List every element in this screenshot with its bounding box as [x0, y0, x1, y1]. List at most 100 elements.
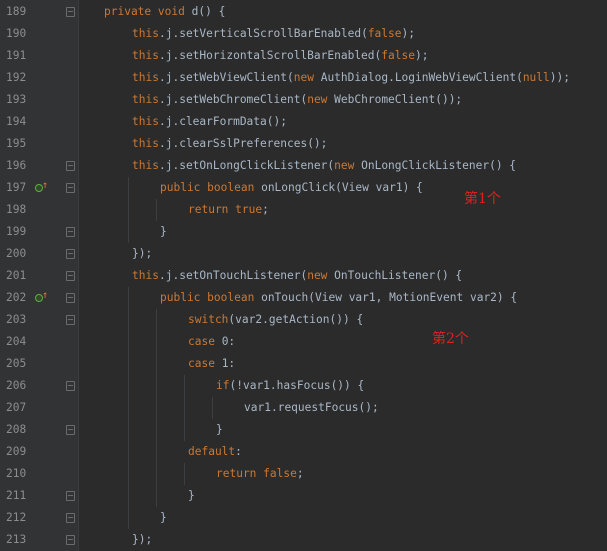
line-number: 209 — [6, 445, 27, 458]
fold-toggle-icon[interactable] — [66, 535, 75, 545]
line-number: 205 — [6, 357, 27, 370]
code-line[interactable]: 202 ↑ public boolean onTouch(View var1, Mo… — [0, 287, 607, 309]
line-number: 195 — [6, 137, 27, 150]
code-text: case 0: — [188, 335, 236, 348]
code-text: private void d() { — [104, 5, 226, 18]
line-number: 211 — [6, 489, 27, 502]
code-text: this.j.setOnTouchListener(new OnTouchLis… — [132, 269, 463, 282]
code-line[interactable]: 200}); — [0, 243, 607, 265]
annotation-first: 第1个 — [464, 191, 501, 207]
fold-toggle-icon[interactable] — [66, 183, 75, 193]
code-text: }); — [132, 247, 153, 260]
indent-guide — [128, 287, 129, 309]
fold-toggle-icon[interactable] — [66, 161, 75, 171]
line-number: 190 — [6, 27, 27, 40]
code-text: switch(var2.getAction()) { — [188, 313, 364, 326]
code-line[interactable]: 205 case 1: — [0, 353, 607, 375]
line-number: 192 — [6, 71, 27, 84]
override-marker-icon[interactable]: ↑ — [34, 290, 50, 303]
fold-toggle-icon[interactable] — [66, 227, 75, 237]
indent-guide — [128, 331, 129, 353]
code-line[interactable]: 191 this.j.setHorizontalScrollBarEnabled(… — [0, 45, 607, 67]
code-text: public boolean onLongClick(View var1) { — [160, 181, 423, 194]
code-text: if(!var1.hasFocus()) { — [216, 379, 365, 392]
fold-toggle-icon[interactable] — [66, 249, 75, 259]
fold-toggle-icon[interactable] — [66, 315, 75, 325]
code-text: this.j.setWebViewClient(new AuthDialog.L… — [132, 71, 570, 84]
override-marker-icon[interactable]: ↑ — [34, 180, 50, 193]
code-line[interactable]: 197 ↑ public boolean onLongClick(View var1… — [0, 177, 607, 199]
indent-guide — [156, 485, 157, 507]
indent-guide — [156, 353, 157, 375]
indent-guide — [156, 309, 157, 331]
code-text: case 1: — [188, 357, 236, 370]
line-number: 193 — [6, 93, 27, 106]
indent-guide — [128, 463, 129, 485]
code-line[interactable]: 189 private void d() { — [0, 1, 607, 23]
indent-guide — [156, 375, 157, 397]
indent-guide — [156, 419, 157, 441]
code-text: } — [216, 423, 223, 436]
code-text: }); — [132, 533, 153, 546]
code-line[interactable]: 198 return true; — [0, 199, 607, 221]
indent-guide — [128, 309, 129, 331]
fold-toggle-icon[interactable] — [66, 491, 75, 501]
code-text: } — [160, 511, 167, 524]
line-number: 203 — [6, 313, 27, 326]
line-number: 191 — [6, 49, 27, 62]
code-line[interactable]: 212} — [0, 507, 607, 529]
indent-guide — [184, 397, 185, 419]
line-number: 213 — [6, 533, 27, 546]
line-number: 210 — [6, 467, 27, 480]
fold-toggle-icon[interactable] — [66, 425, 75, 435]
code-line[interactable]: 193 this.j.setWebChromeClient(new WebChro… — [0, 89, 607, 111]
code-text: } — [188, 489, 195, 502]
code-text: return false; — [216, 467, 304, 480]
line-number: 212 — [6, 511, 27, 524]
code-text: this.j.setOnLongClickListener(new OnLong… — [132, 159, 517, 172]
code-text: default: — [188, 445, 242, 458]
code-text: this.j.setVerticalScrollBarEnabled(false… — [132, 27, 415, 40]
indent-guide — [128, 177, 129, 199]
code-line[interactable]: 190 this.j.setVerticalScrollBarEnabled(fa… — [0, 23, 607, 45]
code-line[interactable]: 192 this.j.setWebViewClient(new AuthDialo… — [0, 67, 607, 89]
fold-toggle-icon[interactable] — [66, 271, 75, 281]
code-line[interactable]: 194 this.j.clearFormData(); — [0, 111, 607, 133]
fold-toggle-icon[interactable] — [66, 513, 75, 523]
code-line[interactable]: 211} — [0, 485, 607, 507]
indent-guide — [128, 419, 129, 441]
code-text: } — [160, 225, 167, 238]
code-line[interactable]: 210 return false; — [0, 463, 607, 485]
code-line[interactable]: 201 this.j.setOnTouchListener(new OnTouch… — [0, 265, 607, 287]
code-line[interactable]: 207 var1.requestFocus(); — [0, 397, 607, 419]
fold-toggle-icon[interactable] — [66, 381, 75, 391]
code-line[interactable]: 195 this.j.clearSslPreferences(); — [0, 133, 607, 155]
code-line[interactable]: 199} — [0, 221, 607, 243]
fold-toggle-icon[interactable] — [66, 293, 75, 303]
line-number: 202 — [6, 291, 27, 304]
line-number: 206 — [6, 379, 27, 392]
code-line[interactable]: 208} — [0, 419, 607, 441]
code-line[interactable]: 204 case 0: — [0, 331, 607, 353]
code-text: this.j.clearSslPreferences(); — [132, 137, 328, 150]
code-line[interactable]: 203 switch(var2.getAction()) { — [0, 309, 607, 331]
line-number: 200 — [6, 247, 27, 260]
code-line[interactable]: 196 this.j.setOnLongClickListener(new OnL… — [0, 155, 607, 177]
code-text: this.j.clearFormData(); — [132, 115, 287, 128]
fold-toggle-icon[interactable] — [66, 7, 75, 17]
line-number: 199 — [6, 225, 27, 238]
code-text: var1.requestFocus(); — [244, 401, 379, 414]
code-text: this.j.setWebChromeClient(new WebChromeC… — [132, 93, 463, 106]
code-line[interactable]: 209 default: — [0, 441, 607, 463]
indent-guide — [156, 199, 157, 221]
indent-guide — [128, 507, 129, 529]
code-text: return true; — [188, 203, 269, 216]
annotation-second: 第2个 — [432, 331, 469, 347]
line-number: 207 — [6, 401, 27, 414]
line-number: 204 — [6, 335, 27, 348]
code-line[interactable]: 206 if(!var1.hasFocus()) { — [0, 375, 607, 397]
indent-guide — [128, 199, 129, 221]
code-line[interactable]: 213}); — [0, 529, 607, 551]
indent-guide — [128, 221, 129, 243]
line-number: 198 — [6, 203, 27, 216]
